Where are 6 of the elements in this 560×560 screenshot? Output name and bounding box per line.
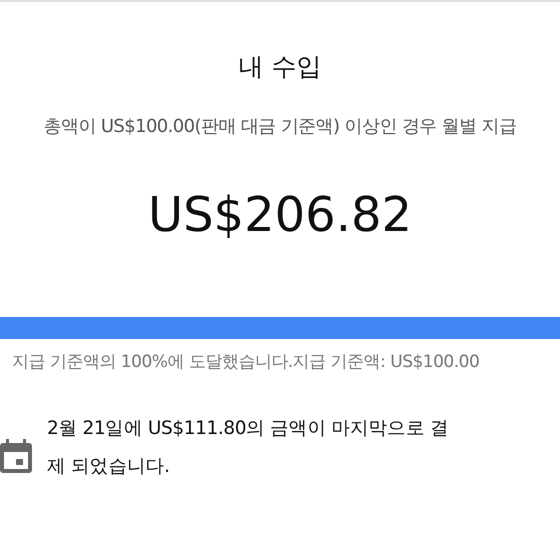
- page-title: 내 수입: [238, 51, 322, 83]
- progress-caption: 지급 기준액의 100%에 도달했습니다.지급 기준액: US$100.00: [11, 351, 480, 374]
- calendar-icon: [0, 439, 32, 473]
- balance-amount: US$206.82: [148, 186, 412, 245]
- last-payment-text: 2월 21일에 US$111.80의 금액이 마지막으로 결제 되었습니다.: [47, 417, 450, 479]
- threshold-note: 총액이 US$100.00(판매 대금 기준액) 이상인 경우 월별 지급: [42, 115, 518, 139]
